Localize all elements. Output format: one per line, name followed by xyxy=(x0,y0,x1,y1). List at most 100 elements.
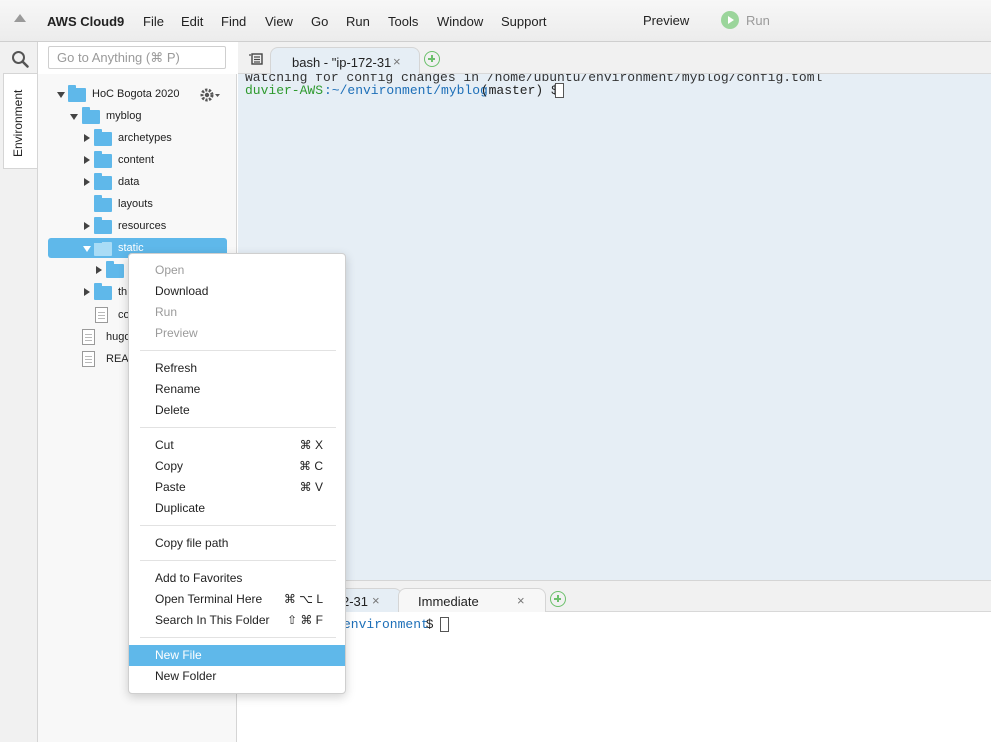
tree-item[interactable]: data xyxy=(82,173,222,193)
tree-item-label: archetypes xyxy=(118,132,172,144)
menu-item-label: New Folder xyxy=(155,669,217,683)
folder-icon xyxy=(94,239,112,256)
menu-item-shortcut: ⌘ V xyxy=(299,480,323,494)
collapse-up-icon[interactable] xyxy=(14,14,26,22)
tab-bash-label: bash - "ip-172-31 xyxy=(292,55,392,70)
tree-item-label: layouts xyxy=(118,198,153,210)
app-menu-aws-cloud9[interactable]: AWS Cloud9 xyxy=(47,14,124,29)
folder-icon xyxy=(94,217,112,234)
preview-button[interactable]: Preview xyxy=(643,13,689,28)
tree-item[interactable]: co xyxy=(95,306,130,326)
chevron-right-icon[interactable] xyxy=(84,222,90,230)
menu-item-label: Open xyxy=(155,263,185,277)
menu-item-run[interactable]: Run xyxy=(129,302,345,323)
chevron-right-icon[interactable] xyxy=(84,288,90,296)
menu-item-label: Download xyxy=(155,284,209,298)
folder-icon xyxy=(94,129,112,146)
menu-item-copy[interactable]: Copy ⌘ C xyxy=(129,456,345,477)
close-icon[interactable]: × xyxy=(517,593,525,608)
menu-edit[interactable]: Edit xyxy=(181,14,203,29)
tree-root[interactable]: HoC Bogota 2020 xyxy=(55,85,195,105)
menu-divider xyxy=(140,525,336,526)
menu-item-rename[interactable]: Rename xyxy=(129,379,345,400)
run-button[interactable]: Run xyxy=(746,13,770,28)
menu-item-label: Cut xyxy=(155,438,174,452)
menu-item-label: Delete xyxy=(155,403,190,417)
terminal-prompt-path: :~/environment/myblog xyxy=(324,83,488,98)
menu-item-paste[interactable]: Paste ⌘ V xyxy=(129,477,345,498)
menu-item-label: Search In This Folder xyxy=(155,613,270,627)
menu-divider xyxy=(140,350,336,351)
add-tab-icon[interactable] xyxy=(424,51,440,67)
environment-tab-label: Environment xyxy=(11,89,25,157)
file-icon xyxy=(82,351,95,367)
chevron-right-icon[interactable] xyxy=(84,156,90,164)
menu-item-delete[interactable]: Delete xyxy=(129,400,345,421)
menu-view[interactable]: View xyxy=(265,14,293,29)
chevron-right-icon[interactable] xyxy=(84,134,90,142)
menu-window[interactable]: Window xyxy=(437,14,483,29)
menu-find[interactable]: Find xyxy=(221,14,246,29)
folder-icon xyxy=(94,151,112,168)
chevron-right-icon[interactable] xyxy=(84,178,90,186)
menu-item-shortcut: ⇧ ⌘ F xyxy=(286,613,323,627)
menu-divider xyxy=(140,427,336,428)
close-icon[interactable]: × xyxy=(393,54,401,69)
menu-file[interactable]: File xyxy=(143,14,164,29)
go-to-anything-input[interactable] xyxy=(48,46,226,69)
tree-item-label: data xyxy=(118,176,140,188)
chevron-down-icon[interactable] xyxy=(57,92,65,98)
gear-icon[interactable] xyxy=(199,86,221,104)
add-tab-icon[interactable] xyxy=(550,591,566,607)
menu-run[interactable]: Run xyxy=(346,14,370,29)
tree-item[interactable]: archetypes xyxy=(82,129,222,149)
tree-item[interactable]: content xyxy=(82,151,222,171)
menu-item-open-terminal-here[interactable]: Open Terminal Here ⌘ ⌥ L xyxy=(129,589,345,610)
menu-item-new-folder[interactable]: New Folder xyxy=(129,666,345,687)
menu-support[interactable]: Support xyxy=(501,14,547,29)
menu-item-label: New File xyxy=(155,648,202,662)
terminal-pane[interactable] xyxy=(238,74,991,580)
menu-item-label: Rename xyxy=(155,382,201,396)
chevron-right-icon[interactable] xyxy=(96,266,102,274)
menu-item-download[interactable]: Download xyxy=(129,281,345,302)
run-play-icon[interactable] xyxy=(721,11,739,29)
close-icon[interactable]: × xyxy=(372,593,380,608)
tab-list-icon[interactable] xyxy=(249,53,263,65)
menu-item-copy-file-path[interactable]: Copy file path xyxy=(129,533,345,554)
tree-item-label: content xyxy=(118,154,155,166)
menu-item-duplicate[interactable]: Duplicate xyxy=(129,498,345,519)
terminal-cursor xyxy=(555,83,564,98)
menu-item-add-to-favorites[interactable]: Add to Favorites xyxy=(129,568,345,589)
menu-item-label: Refresh xyxy=(155,361,198,375)
menu-item-cut[interactable]: Cut ⌘ X xyxy=(129,435,345,456)
tree-item-label: th xyxy=(118,286,128,298)
menu-go[interactable]: Go xyxy=(311,14,328,29)
menu-item-label: Add to Favorites xyxy=(155,571,243,585)
tree-item[interactable]: resources xyxy=(82,217,222,237)
tree-item[interactable]: hugo xyxy=(82,328,130,348)
terminal-cursor xyxy=(440,617,449,632)
menu-item-refresh[interactable]: Refresh xyxy=(129,358,345,379)
menu-item-open[interactable]: Open xyxy=(129,260,345,281)
menu-item-preview[interactable]: Preview xyxy=(129,323,345,344)
menu-divider xyxy=(140,637,336,638)
tree-item[interactable]: layouts xyxy=(82,195,222,215)
search-icon[interactable] xyxy=(11,50,29,68)
chevron-down-icon[interactable] xyxy=(70,114,78,120)
menu-item-label: Copy file path xyxy=(155,536,229,550)
file-icon xyxy=(82,329,95,345)
menu-item-label: Preview xyxy=(155,326,198,340)
folder-icon xyxy=(94,173,112,190)
tree-item[interactable]: myblog xyxy=(68,107,208,127)
chevron-down-icon[interactable] xyxy=(83,246,91,252)
menu-item-label: Open Terminal Here xyxy=(155,592,263,606)
tree-item[interactable]: th xyxy=(82,283,128,303)
menu-item-label: Run xyxy=(155,305,178,319)
menu-item-new-file[interactable]: New File xyxy=(129,645,345,666)
tree-item[interactable]: READ xyxy=(82,350,137,370)
menu-item-search-in-folder[interactable]: Search In This Folder ⇧ ⌘ F xyxy=(129,610,345,631)
menu-tools[interactable]: Tools xyxy=(388,14,418,29)
menu-item-label: Paste xyxy=(155,480,186,494)
menu-item-label: Duplicate xyxy=(155,501,206,515)
